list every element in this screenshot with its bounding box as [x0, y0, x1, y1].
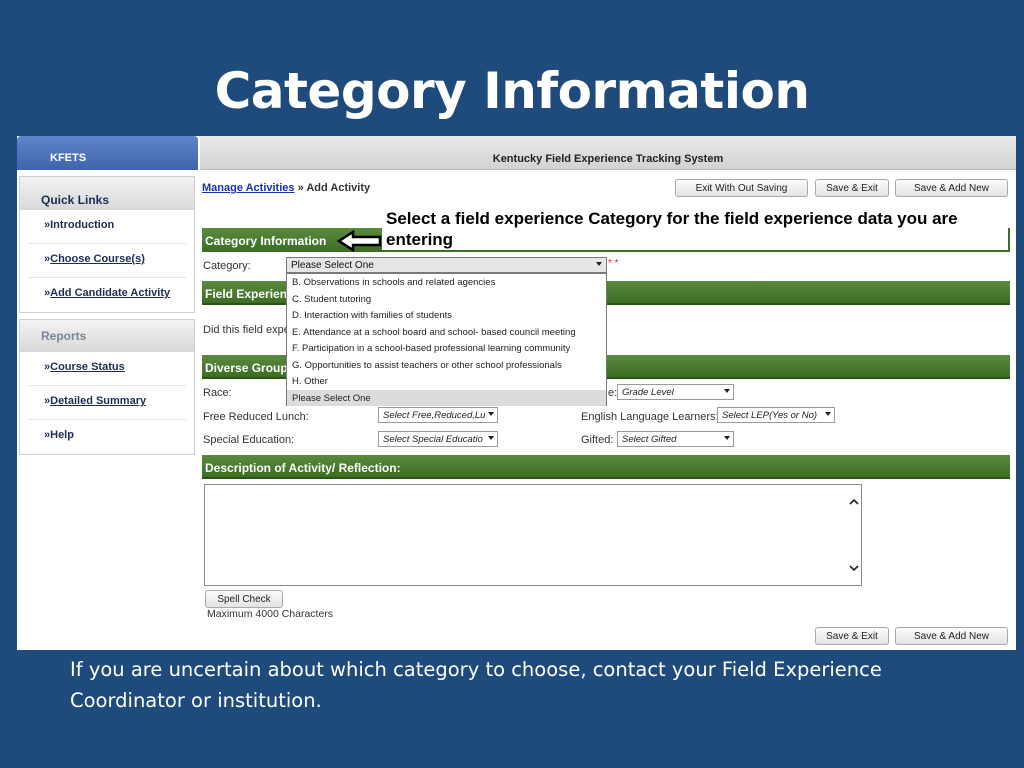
sidebar-item-course-status[interactable]: »Course Status [28, 352, 186, 386]
sidebar-item-label: Help [50, 429, 74, 441]
sidebar-item-choose-courses[interactable]: »Choose Course(s) [28, 244, 186, 278]
special-education-select[interactable]: Select Special Educatio [378, 431, 498, 447]
ell-label: English Language Learners: [581, 411, 719, 423]
required-marker: * * [608, 258, 619, 269]
grade-label: e: [608, 387, 618, 399]
grade-level-select[interactable]: Grade Level [617, 384, 734, 400]
select-value: Please Select One [291, 260, 374, 271]
main-content: Kentucky Field Experience Tracking Syste… [200, 136, 1016, 650]
left-arrow-outline-icon [337, 230, 382, 252]
sidebar-item-label: Detailed Summary [50, 395, 147, 407]
exit-without-saving-button[interactable]: Exit With Out Saving [675, 179, 808, 197]
category-option-selected[interactable]: Please Select One [287, 389, 606, 406]
save-add-new-button[interactable]: Save & Add New [895, 179, 1008, 197]
category-option[interactable]: H. Other [287, 373, 606, 390]
category-option[interactable]: C. Student tutoring [287, 291, 606, 308]
app-screenshot: KFETS Quick Links »Introduction »Choose … [17, 136, 1016, 650]
field-experience-question: Did this field expe [203, 324, 290, 336]
chevron-down-icon [825, 412, 831, 416]
category-option[interactable]: E. Attendance at a school board and scho… [287, 324, 606, 341]
sidebar-item-help[interactable]: »Help [28, 420, 186, 454]
gifted-label: Gifted: [581, 434, 614, 446]
sidebar-item-introduction[interactable]: »Introduction [28, 210, 186, 244]
slide-footer-note: If you are uncertain about which categor… [70, 658, 882, 712]
sidebar-item-label: Add Candidate Activity [50, 287, 171, 299]
reports-panel: Reports »Course Status »Detailed Summary… [19, 319, 195, 455]
breadcrumb: Manage Activities » Add Activity [202, 182, 370, 194]
reports-header: Reports [20, 320, 194, 352]
max-characters-note: Maximum 4000 Characters [207, 608, 334, 620]
ell-select[interactable]: Select LEP(Yes or No) [717, 407, 835, 423]
breadcrumb-current: Add Activity [306, 182, 371, 194]
instruction-callout: Select a field experience Category for t… [386, 209, 958, 249]
save-exit-button-bottom[interactable]: Save & Exit [815, 627, 889, 645]
description-section-header: Description of Activity/ Reflection: [202, 455, 1010, 479]
quick-links-header: Quick Links [20, 177, 194, 210]
category-label: Category: [203, 260, 251, 272]
breadcrumb-separator: » [297, 182, 304, 194]
chevron-up-icon[interactable] [849, 497, 859, 507]
category-option[interactable]: B. Observations in schools and related a… [287, 274, 606, 291]
sidebar-item-label: Choose Course(s) [50, 253, 145, 265]
sidebar-item-add-candidate-activity[interactable]: »Add Candidate Activity [28, 278, 186, 312]
category-select[interactable]: Please Select One [286, 257, 607, 273]
race-label: Race: [203, 387, 232, 399]
select-value: Select Gifted [622, 434, 677, 445]
category-option[interactable]: F. Participation in a school-based profe… [287, 340, 606, 357]
free-reduced-lunch-select[interactable]: Select Free,Reduced,Lu [378, 407, 498, 423]
category-options-list: B. Observations in schools and related a… [286, 273, 607, 406]
category-option[interactable]: D. Interaction with families of students [287, 307, 606, 324]
slide-title: Category Information [214, 62, 810, 120]
select-value: Grade Level [622, 387, 674, 398]
save-add-new-button-bottom[interactable]: Save & Add New [895, 627, 1008, 645]
quick-links-panel: Quick Links »Introduction »Choose Course… [19, 176, 195, 313]
gifted-select[interactable]: Select Gifted [617, 431, 734, 447]
select-value: Select LEP(Yes or No) [722, 410, 818, 421]
sidebar-item-label: Introduction [50, 219, 115, 231]
description-textarea[interactable] [204, 484, 862, 586]
category-option[interactable]: G. Opportunities to assist teachers or o… [287, 357, 606, 374]
chevron-down-icon [488, 436, 494, 440]
select-value: Select Free,Reduced,Lu [383, 410, 486, 421]
sidebar-item-label: Course Status [50, 361, 125, 373]
select-value: Select Special Educatio [383, 434, 483, 445]
chevron-down-icon [596, 262, 602, 266]
chevron-down-icon [724, 389, 730, 393]
special-education-label: Special Education: [203, 434, 295, 446]
chevron-down-icon [488, 412, 494, 416]
save-exit-button[interactable]: Save & Exit [815, 179, 889, 197]
sidebar-item-detailed-summary[interactable]: »Detailed Summary [28, 386, 186, 420]
spell-check-button[interactable]: Spell Check [205, 590, 283, 608]
free-reduced-lunch-label: Free Reduced Lunch: [203, 411, 309, 423]
sidebar: KFETS Quick Links »Introduction »Choose … [17, 136, 198, 650]
chevron-down-icon [724, 436, 730, 440]
chevron-down-icon[interactable] [849, 563, 859, 573]
system-title: Kentucky Field Experience Tracking Syste… [200, 136, 1016, 170]
breadcrumb-manage-activities-link[interactable]: Manage Activities [202, 182, 295, 194]
brand-tab[interactable]: KFETS [17, 136, 198, 170]
